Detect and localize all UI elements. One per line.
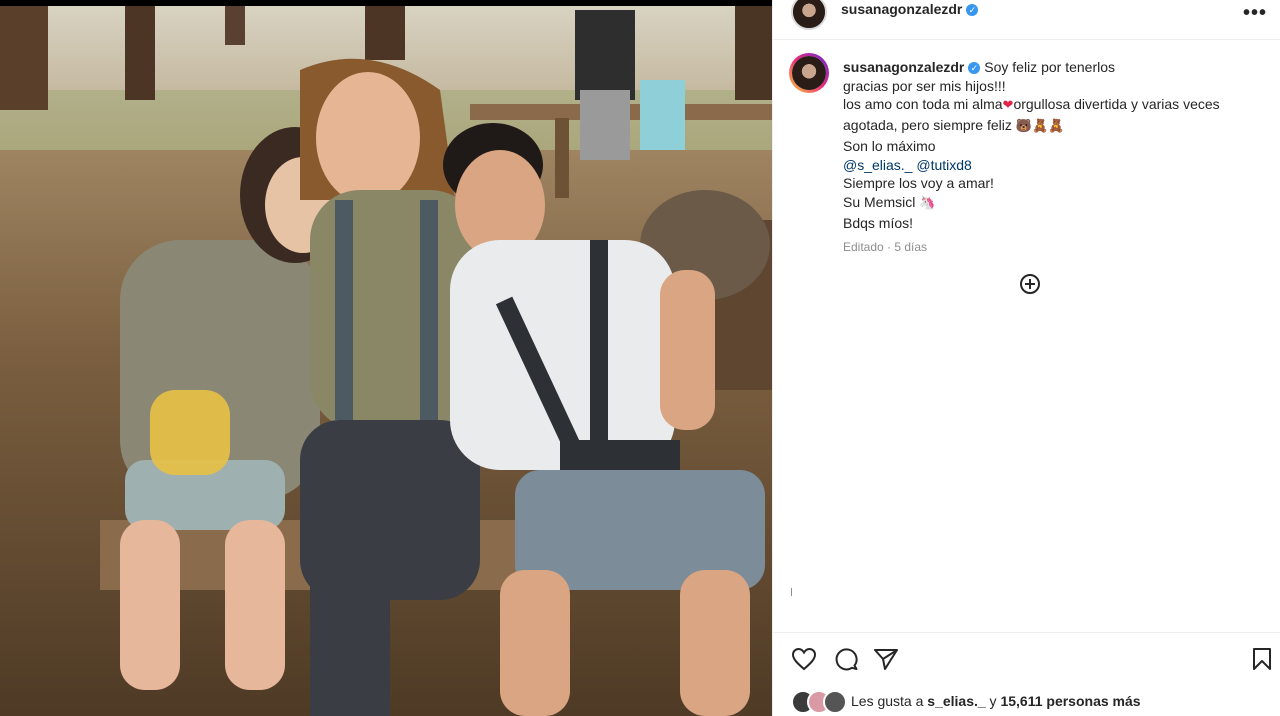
likes-text: Les gusta a s_elias._ y 15,611 personas … xyxy=(851,693,1141,709)
photo-top-edge xyxy=(0,0,772,6)
likes-user-link[interactable]: s_elias._ xyxy=(927,693,985,709)
caption-line-5: Son lo máximo xyxy=(843,137,936,154)
caption-line-7: Siempre los voy a amar! xyxy=(843,175,994,192)
bookmark-icon[interactable] xyxy=(1252,647,1272,671)
unicorn-emoji-icon: 🦄 xyxy=(919,195,936,211)
caption-verified-icon: ✓ xyxy=(968,62,981,74)
header-username[interactable]: susanagonzalezdr ✓ xyxy=(841,1,979,17)
mention-link-tutixd8[interactable]: @tutixd8 xyxy=(916,157,971,173)
caption-line-4-text: agotada, pero siempre feliz xyxy=(843,117,1012,134)
likes-prefix: Les gusta a xyxy=(851,693,928,709)
caption-avatar-ring[interactable] xyxy=(789,53,829,93)
post-caption: susanagonzalezdr ✓ Soy feliz por tenerlos… xyxy=(843,58,1263,257)
header-username-text[interactable]: susanagonzalezdr xyxy=(841,1,962,17)
heart-icon[interactable] xyxy=(791,647,817,671)
teddy-bear-emoji-icon-2: 🧸 xyxy=(1048,119,1065,135)
caption-first-line: Soy feliz por tenerlos xyxy=(984,59,1115,75)
caption-line-3: los amo con toda mi alma❤orgullosa diver… xyxy=(843,95,1263,116)
caption-line-1: susanagonzalezdr ✓ Soy feliz por tenerlos xyxy=(843,58,1263,77)
liker-avatar-3 xyxy=(823,690,847,714)
action-bar xyxy=(773,632,1280,688)
teddy-bear-emoji-icon: 🧸 xyxy=(1031,119,1049,135)
scroll-indicator xyxy=(791,588,792,596)
bear-emoji-icon: 🐻 xyxy=(1015,119,1032,135)
plus-circle-icon[interactable] xyxy=(1020,274,1040,294)
caption-username[interactable]: susanagonzalezdr xyxy=(843,59,964,75)
comment-icon[interactable] xyxy=(833,647,859,671)
caption-mentions: @s_elias._ @tutixd8 xyxy=(843,156,1263,175)
family-photo-image xyxy=(0,0,772,716)
likes-count-link[interactable]: 15,611 personas más xyxy=(1000,693,1140,709)
post-header: susanagonzalezdr ✓ ••• xyxy=(773,0,1280,40)
red-heart-emoji-icon: ❤ xyxy=(1002,98,1014,114)
likes-connector: y xyxy=(985,693,1001,709)
caption-line-9: Bdqs míos! xyxy=(843,214,914,231)
caption-line-8: Su Memsicl 🦄 xyxy=(843,193,1263,214)
caption-line-2: gracias por ser mis hijos!!! xyxy=(843,77,1006,94)
caption-avatar xyxy=(792,56,826,90)
edited-timestamp[interactable]: Editado · 5 días xyxy=(843,238,1263,257)
author-avatar[interactable] xyxy=(791,0,827,30)
caption-line-3a: los amo con toda mi alma xyxy=(843,96,1003,113)
post-photo[interactable] xyxy=(0,0,772,716)
more-options-button[interactable]: ••• xyxy=(1243,2,1267,25)
liker-avatars xyxy=(791,690,849,714)
caption-line-8-text: Su Memsicl xyxy=(843,193,916,210)
verified-badge-icon: ✓ xyxy=(966,4,979,16)
likes-row: Les gusta a s_elias._ y 15,611 personas … xyxy=(791,688,1271,714)
post-sidebar: susanagonzalezdr ✓ ••• susanagonzalezdr ✓ … xyxy=(772,0,1280,716)
caption-line-4: agotada, pero siempre feliz 🐻🧸🧸 xyxy=(843,116,1263,137)
send-icon[interactable] xyxy=(873,647,899,671)
mention-link-s-elias[interactable]: @s_elias._ xyxy=(843,157,912,173)
caption-line-3b: orgullosa divertida y varias veces xyxy=(1013,96,1220,113)
